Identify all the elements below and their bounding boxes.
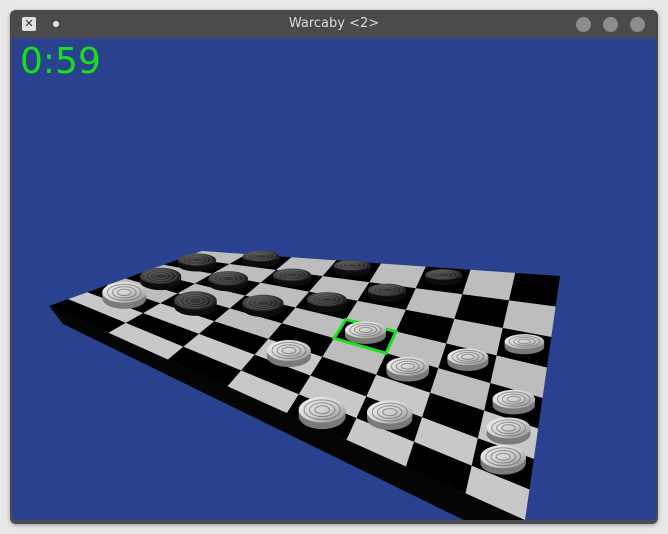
checkers-board-3d[interactable] — [12, 38, 656, 520]
game-timer: 0:59 — [20, 41, 101, 82]
black-checker-piece[interactable] — [140, 267, 182, 291]
black-checker-piece[interactable] — [174, 291, 217, 316]
white-checker-piece[interactable] — [447, 348, 489, 371]
maximize-button[interactable] — [603, 17, 618, 32]
black-checker-piece[interactable] — [273, 268, 312, 287]
window-title: Warcaby <2> — [288, 16, 380, 31]
black-checker-piece[interactable] — [208, 271, 248, 292]
white-checker-piece[interactable] — [102, 281, 147, 309]
app-window: ✕ Warcaby <2> 0:59 — [10, 10, 658, 524]
black-checker-piece[interactable] — [307, 292, 347, 313]
black-checker-piece[interactable] — [178, 253, 217, 272]
white-checker-piece[interactable] — [344, 321, 386, 344]
black-checker-piece[interactable] — [334, 259, 371, 277]
white-checker-piece[interactable] — [367, 400, 413, 431]
black-checker-piece[interactable] — [242, 250, 280, 267]
close-button[interactable] — [630, 17, 645, 32]
white-checker-piece[interactable] — [504, 334, 545, 355]
white-checker-piece[interactable] — [386, 356, 429, 382]
white-checker-piece[interactable] — [266, 340, 311, 368]
game-viewport[interactable]: 0:59 — [12, 38, 656, 520]
white-checker-piece[interactable] — [298, 396, 346, 430]
minimize-button[interactable] — [576, 17, 591, 32]
white-checker-piece[interactable] — [486, 417, 531, 445]
white-checker-piece[interactable] — [492, 389, 536, 415]
black-checker-piece[interactable] — [368, 283, 407, 302]
black-checker-piece[interactable] — [242, 294, 284, 318]
black-checker-piece[interactable] — [425, 269, 462, 286]
title-bar[interactable]: ✕ Warcaby <2> — [10, 10, 658, 38]
white-checker-piece[interactable] — [480, 445, 526, 475]
